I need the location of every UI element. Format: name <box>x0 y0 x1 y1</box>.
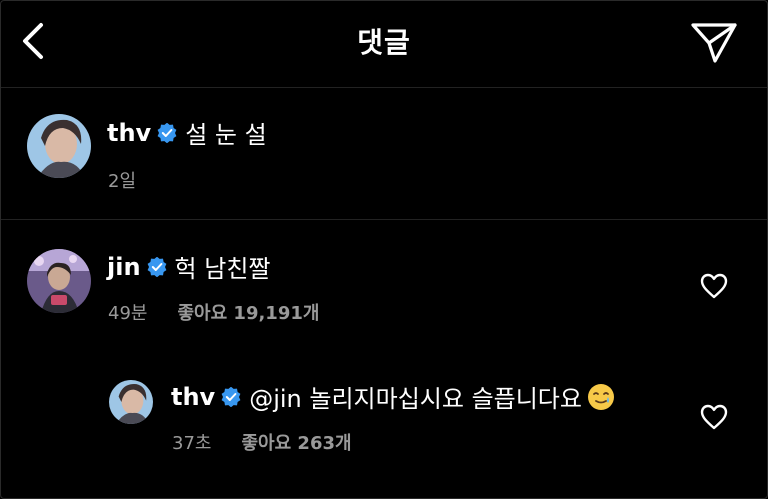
verified-badge-icon <box>157 122 177 143</box>
like-count[interactable]: 좋아요 19,191개 <box>177 299 319 325</box>
username[interactable]: jin <box>107 253 141 281</box>
send-icon <box>691 23 737 63</box>
comment-line: jin 헉 남친짤 <box>107 249 271 284</box>
heart-icon[interactable] <box>700 273 728 299</box>
comment-meta: 49분 좋아요 19,191개 <box>108 299 319 325</box>
like-count[interactable]: 좋아요 263개 <box>241 429 351 455</box>
verified-badge-icon <box>147 256 166 277</box>
username[interactable]: thv <box>171 383 215 411</box>
divider <box>1 219 767 220</box>
verified-badge-icon <box>221 386 241 407</box>
username[interactable]: thv <box>107 119 151 147</box>
avatar[interactable] <box>27 249 91 313</box>
share-button[interactable] <box>689 19 739 65</box>
header-bar: 댓글 <box>1 1 767 88</box>
avatar[interactable] <box>109 380 153 424</box>
comment-line: thv 설 눈 설 <box>107 115 267 150</box>
timestamp: 37초 <box>172 433 212 454</box>
comment-meta: 2일 <box>108 167 136 193</box>
reply-text: @jin 놀리지마십시요 슬픕니다요 <box>249 385 582 413</box>
comment-text: 헉 남친짤 <box>174 255 271 283</box>
reply-line: thv @jin 놀리지마십시요 슬픕니다요 <box>171 379 616 414</box>
timestamp: 49분 <box>108 303 148 324</box>
smiling-face-with-tear-icon <box>587 383 614 410</box>
timestamp: 2일 <box>108 171 137 192</box>
page-title: 댓글 <box>357 26 411 59</box>
comments-screen: 댓글 thv 설 눈 설 2일 jin 헉 남친짤 49분 좋아요 19,191… <box>0 0 768 499</box>
reply-meta: 37초 좋아요 263개 <box>172 429 352 455</box>
heart-icon[interactable] <box>700 404 728 430</box>
comment-text: 설 눈 설 <box>185 121 267 149</box>
avatar[interactable] <box>27 114 91 178</box>
